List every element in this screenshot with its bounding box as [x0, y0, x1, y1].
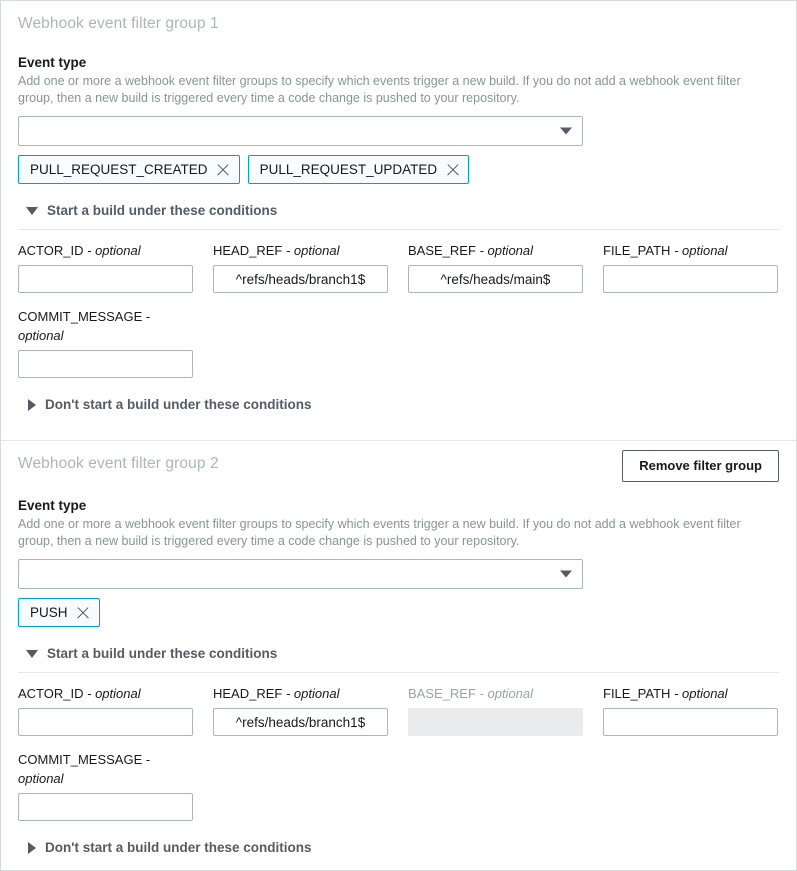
condition-field-label: FILE_PATH - optional	[603, 242, 797, 260]
chip-label: PUSH	[30, 604, 68, 621]
close-icon[interactable]	[77, 606, 90, 619]
condition-field: HEAD_REF - optional	[213, 242, 408, 293]
dont-start-build-conditions-label: Don't start a build under these conditio…	[45, 396, 311, 414]
dont-start-build-conditions-toggle[interactable]: Don't start a build under these conditio…	[18, 396, 779, 418]
group-bottom-spacer	[18, 418, 779, 440]
condition-input-file_path[interactable]	[603, 708, 778, 736]
start-build-conditions-label: Start a build under these conditions	[47, 202, 277, 220]
triangle-down-icon	[26, 650, 38, 658]
event-type-chip: PUSH	[18, 598, 100, 627]
filter-group-header: Webhook event filter group 1	[18, 1, 779, 39]
event-type-description: Add one or more a webhook event filter g…	[18, 516, 779, 550]
condition-field: HEAD_REF - optional	[213, 685, 408, 736]
condition-field-row: ACTOR_ID - optionalHEAD_REF - optionalBA…	[18, 242, 779, 293]
dont-start-build-conditions-label: Don't start a build under these conditio…	[45, 839, 311, 857]
start-build-conditions-toggle[interactable]: Start a build under these conditions	[18, 645, 779, 663]
chevron-down-icon	[560, 571, 572, 578]
commit-message-name: COMMIT_MESSAGE -	[18, 309, 150, 324]
condition-input-commit-message[interactable]	[18, 793, 193, 821]
commit-message-name: COMMIT_MESSAGE -	[18, 752, 150, 767]
condition-field-name: HEAD_REF	[213, 686, 282, 701]
condition-field: ACTOR_ID - optional	[18, 242, 213, 293]
filter-group-header: Webhook event filter group 2 Remove filte…	[18, 441, 779, 482]
commit-message-field: COMMIT_MESSAGE - optional	[18, 750, 213, 821]
condition-field-label: ACTOR_ID - optional	[18, 242, 213, 260]
filter-group-title: Webhook event filter group 1	[18, 13, 219, 34]
chip-label: PULL_REQUEST_CREATED	[30, 161, 208, 178]
dont-start-build-conditions-toggle[interactable]: Don't start a build under these conditio…	[18, 839, 779, 861]
condition-field: BASE_REF - optional	[408, 685, 603, 736]
condition-field-optional-tag: - optional	[286, 686, 339, 701]
commit-message-field: COMMIT_MESSAGE - optional	[18, 307, 213, 378]
condition-field-label: FILE_PATH - optional	[603, 685, 797, 703]
event-type-select[interactable]	[18, 559, 583, 589]
condition-field-name: HEAD_REF	[213, 243, 282, 258]
commit-message-optional-tag: optional	[18, 328, 64, 343]
condition-field-optional-tag: - optional	[480, 686, 533, 701]
condition-field-label: ACTOR_ID - optional	[18, 685, 213, 703]
condition-input-head_ref[interactable]	[213, 265, 388, 293]
condition-input-base_ref	[408, 708, 583, 736]
condition-input-actor_id[interactable]	[18, 265, 193, 293]
condition-field-label: HEAD_REF - optional	[213, 685, 408, 703]
condition-field-optional-tag: - optional	[480, 243, 533, 258]
close-icon[interactable]	[446, 163, 459, 176]
condition-field: FILE_PATH - optional	[603, 685, 797, 736]
condition-field-optional-tag: - optional	[87, 243, 140, 258]
condition-input-file_path[interactable]	[603, 265, 778, 293]
condition-field-name: ACTOR_ID	[18, 686, 84, 701]
chip-label: PULL_REQUEST_UPDATED	[260, 161, 438, 178]
commit-message-optional-tag: optional	[18, 771, 64, 786]
close-icon[interactable]	[217, 163, 230, 176]
section-rule	[18, 672, 779, 673]
event-type-heading: Event type	[18, 497, 779, 515]
condition-field-optional-tag: - optional	[674, 243, 727, 258]
event-type-heading: Event type	[18, 54, 779, 72]
filter-group-title: Webhook event filter group 2	[18, 453, 219, 474]
condition-field-optional-tag: - optional	[674, 686, 727, 701]
condition-input-head_ref[interactable]	[213, 708, 388, 736]
chevron-down-icon	[560, 128, 572, 135]
section-rule	[18, 229, 779, 230]
condition-field-name: BASE_REF	[408, 243, 476, 258]
condition-field-label: HEAD_REF - optional	[213, 242, 408, 260]
commit-message-label: COMMIT_MESSAGE - optional	[18, 750, 213, 788]
remove-filter-group-button[interactable]: Remove filter group	[622, 450, 779, 482]
condition-field: ACTOR_ID - optional	[18, 685, 213, 736]
condition-field: FILE_PATH - optional	[603, 242, 797, 293]
event-type-select[interactable]	[18, 116, 583, 146]
event-type-chip: PULL_REQUEST_UPDATED	[248, 155, 470, 184]
start-build-conditions-label: Start a build under these conditions	[47, 645, 277, 663]
commit-message-label: COMMIT_MESSAGE - optional	[18, 307, 213, 345]
condition-field: BASE_REF - optional	[408, 242, 603, 293]
condition-field-name: FILE_PATH	[603, 686, 670, 701]
condition-field-optional-tag: - optional	[286, 243, 339, 258]
condition-input-actor_id[interactable]	[18, 708, 193, 736]
event-type-chip-list: PULL_REQUEST_CREATED PULL_REQUEST_UPDATED	[18, 155, 779, 184]
event-type-description: Add one or more a webhook event filter g…	[18, 73, 779, 107]
condition-field-name: FILE_PATH	[603, 243, 670, 258]
condition-input-base_ref[interactable]	[408, 265, 583, 293]
condition-field-label: BASE_REF - optional	[408, 685, 603, 703]
condition-field-name: BASE_REF	[408, 686, 476, 701]
event-type-chip: PULL_REQUEST_CREATED	[18, 155, 240, 184]
group-bottom-spacer	[18, 861, 779, 871]
triangle-down-icon	[26, 207, 38, 215]
condition-field-optional-tag: - optional	[87, 686, 140, 701]
condition-field-name: ACTOR_ID	[18, 243, 84, 258]
triangle-right-icon	[28, 842, 36, 854]
filter-group: Webhook event filter group 1 Event typeAd…	[1, 1, 796, 440]
condition-field-row: ACTOR_ID - optionalHEAD_REF - optionalBA…	[18, 685, 779, 736]
condition-field-label: BASE_REF - optional	[408, 242, 603, 260]
filter-group: Webhook event filter group 2 Remove filte…	[1, 441, 796, 871]
condition-input-commit-message[interactable]	[18, 350, 193, 378]
start-build-conditions-toggle[interactable]: Start a build under these conditions	[18, 202, 779, 220]
triangle-right-icon	[28, 399, 36, 411]
webhook-filter-groups-panel: Webhook event filter group 1Event typeAd…	[0, 0, 797, 871]
event-type-chip-list: PUSH	[18, 598, 779, 627]
